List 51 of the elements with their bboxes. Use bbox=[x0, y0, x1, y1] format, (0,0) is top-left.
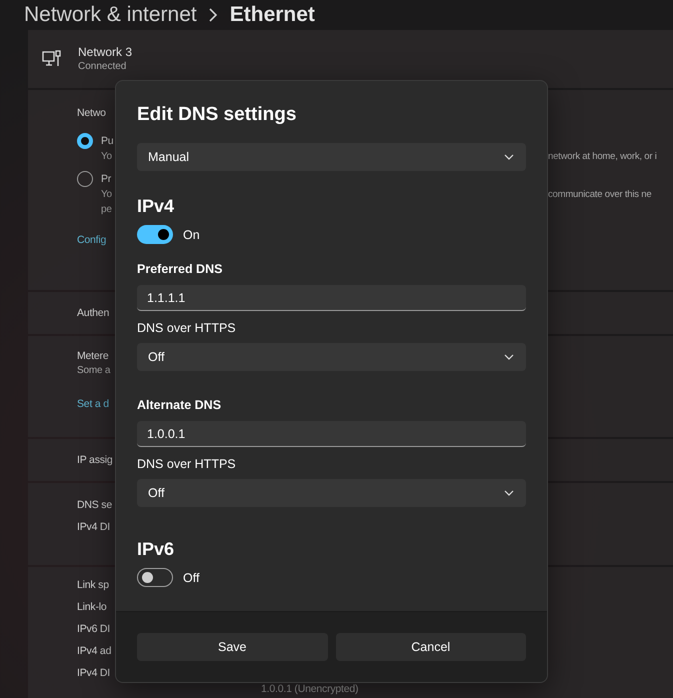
option-title: Pr bbox=[101, 172, 112, 187]
option-description: Yo bbox=[101, 188, 112, 202]
dialog-title: Edit DNS settings bbox=[137, 104, 296, 126]
configure-link[interactable]: Config bbox=[77, 232, 106, 248]
property-label: IPv4 DI bbox=[77, 666, 110, 681]
setting-description: Some a bbox=[77, 364, 110, 378]
dns-over-https-dropdown[interactable]: Off bbox=[137, 479, 526, 507]
save-button[interactable]: Save bbox=[137, 633, 328, 661]
dns-address-field[interactable]: 1.0.0.1 bbox=[137, 421, 526, 447]
toggle-switch[interactable] bbox=[137, 568, 173, 587]
section-heading: IPv4 bbox=[137, 195, 174, 217]
section-heading: IPv6 bbox=[137, 538, 174, 560]
radio-button[interactable] bbox=[77, 133, 93, 149]
setting-label: DNS se bbox=[77, 498, 112, 513]
option-description: communicate over this ne bbox=[548, 188, 652, 202]
chevron-down-icon bbox=[504, 490, 514, 496]
setting-label: IPv4 DI bbox=[77, 520, 110, 535]
network-name: Network 3 bbox=[78, 44, 132, 60]
toggle-switch[interactable] bbox=[137, 225, 173, 244]
ethernet-monitor-icon bbox=[42, 49, 62, 69]
connection-status: Connected bbox=[78, 60, 128, 74]
page-title: Ethernet bbox=[230, 2, 315, 28]
option-description: pe bbox=[101, 203, 112, 217]
dns-over-https-dropdown[interactable]: Off bbox=[137, 343, 526, 371]
property-value: 1.0.0.1 (Unencrypted) bbox=[261, 682, 358, 697]
data-limit-link[interactable]: Set a d bbox=[77, 396, 109, 412]
setting-label: IP assig bbox=[77, 453, 113, 468]
property-label: IPv4 ad bbox=[77, 644, 112, 659]
setting-label: Netwo bbox=[77, 106, 106, 121]
cancel-button[interactable]: Cancel bbox=[336, 633, 526, 661]
property-label: Link-lo bbox=[77, 600, 107, 615]
field-label: Preferred DNS bbox=[137, 261, 222, 277]
chevron-down-icon bbox=[504, 154, 514, 160]
chevron-right-icon bbox=[208, 8, 218, 22]
setting-label: Authen bbox=[77, 306, 110, 321]
property-label: IPv6 DI bbox=[77, 622, 110, 637]
option-description: network at home, work, or i bbox=[548, 150, 657, 164]
dns-mode-dropdown[interactable]: Manual bbox=[137, 143, 526, 171]
toggle-state-label: On bbox=[183, 228, 200, 242]
dns-address-field[interactable]: 1.1.1.1 bbox=[137, 285, 526, 311]
breadcrumb-parent[interactable]: Network & internet bbox=[24, 2, 197, 28]
property-label: Link sp bbox=[77, 578, 109, 593]
field-label: Alternate DNS bbox=[137, 397, 222, 413]
option-description: Yo bbox=[101, 150, 112, 164]
option-title: Pu bbox=[101, 134, 114, 149]
field-label: DNS over HTTPS bbox=[137, 320, 236, 336]
toggle-state-label: Off bbox=[183, 570, 200, 584]
radio-button[interactable] bbox=[77, 171, 93, 187]
setting-label: Metere bbox=[77, 349, 108, 364]
field-label: DNS over HTTPS bbox=[137, 456, 236, 472]
chevron-down-icon bbox=[504, 354, 514, 360]
